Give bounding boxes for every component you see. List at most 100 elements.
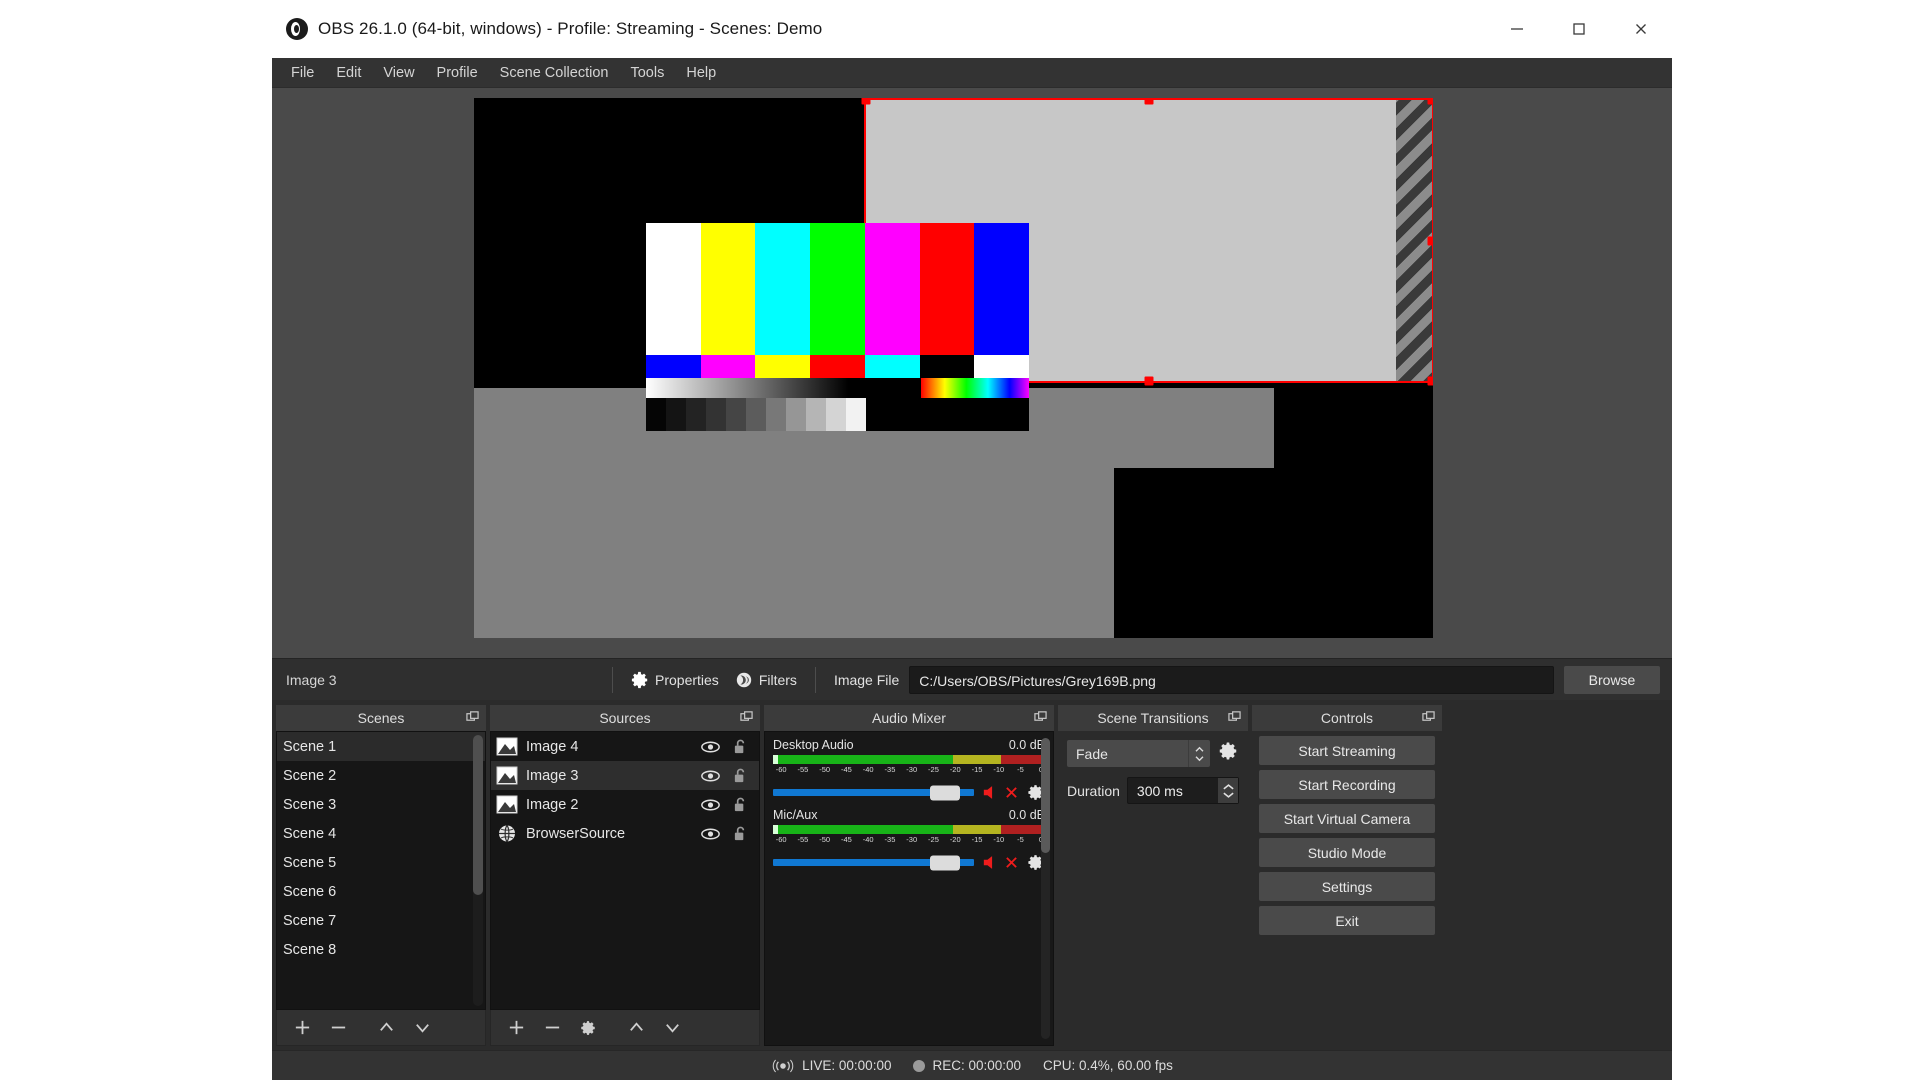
- volume-slider-handle[interactable]: [930, 785, 960, 800]
- close-icon[interactable]: [1610, 0, 1672, 58]
- scene-list-item[interactable]: Scene 5: [277, 848, 485, 877]
- scene-list-item[interactable]: Scene 1: [277, 732, 485, 761]
- source-list-item[interactable]: Image 2: [491, 790, 759, 819]
- lock-open-icon[interactable]: [729, 825, 751, 842]
- eye-icon[interactable]: [699, 769, 721, 783]
- db-tick: -10: [993, 765, 1005, 774]
- exit-button[interactable]: Exit: [1259, 906, 1435, 935]
- undock-icon[interactable]: [466, 710, 479, 726]
- spinner-icon[interactable]: [1188, 740, 1210, 767]
- studio-mode-button[interactable]: Studio Mode: [1259, 838, 1435, 867]
- undock-icon[interactable]: [740, 710, 753, 726]
- meter-peak-indicator: [773, 755, 778, 764]
- color-bar2-yellow: [755, 355, 811, 378]
- settings-button[interactable]: Settings: [1259, 872, 1435, 901]
- menu-item-view[interactable]: View: [372, 61, 425, 85]
- db-tick: -30: [906, 765, 918, 774]
- db-tick: -40: [862, 835, 874, 844]
- undock-icon[interactable]: [1228, 710, 1241, 726]
- step-9: [826, 398, 846, 431]
- scenes-scrollbar[interactable]: [473, 735, 483, 1006]
- chevron-up-icon[interactable]: [369, 1014, 403, 1042]
- mixer-scrollbar-thumb[interactable]: [1041, 738, 1050, 853]
- source-test-pattern[interactable]: [646, 223, 1030, 431]
- plus-icon[interactable]: [499, 1014, 533, 1042]
- image-file-label: Image File: [833, 671, 900, 688]
- step-6: [766, 398, 786, 431]
- scene-list-item[interactable]: Scene 6: [277, 877, 485, 906]
- menu-item-edit[interactable]: Edit: [325, 61, 372, 85]
- chevron-down-icon[interactable]: [405, 1014, 439, 1042]
- meter-peak-indicator: [773, 825, 778, 834]
- volume-slider-handle[interactable]: [930, 855, 960, 870]
- filters-button[interactable]: Filters: [727, 666, 805, 694]
- minimize-icon[interactable]: [1486, 0, 1548, 58]
- volume-slider[interactable]: [773, 785, 974, 800]
- sources-list[interactable]: Image 4 Image 3 Image 2 BrowserSource: [490, 731, 760, 1010]
- image-file-path-input[interactable]: C:/Users/OBS/Pictures/Grey169B.png: [909, 665, 1554, 694]
- scenes-dock-title: Scenes: [276, 705, 486, 731]
- scene-list-item[interactable]: Scene 8: [277, 935, 485, 964]
- undock-icon[interactable]: [1034, 710, 1047, 726]
- mute-button[interactable]: [982, 783, 1018, 802]
- scene-list-item[interactable]: Scene 7: [277, 906, 485, 935]
- step-8: [806, 398, 826, 431]
- color-bar-magenta: [864, 223, 920, 356]
- eye-icon[interactable]: [699, 798, 721, 812]
- duration-spinner[interactable]: [1218, 778, 1238, 803]
- scenes-scrollbar-thumb[interactable]: [473, 735, 483, 895]
- scenes-list[interactable]: Scene 1 Scene 2 Scene 3 Scene 4 Scene 5 …: [276, 731, 486, 1010]
- scene-list-item[interactable]: Scene 4: [277, 819, 485, 848]
- meter-green-zone: [773, 825, 953, 834]
- window-controls: [1486, 0, 1672, 58]
- rainbow-gradient-area: [866, 377, 1029, 398]
- menu-item-tools[interactable]: Tools: [619, 61, 675, 85]
- db-tick: -60: [775, 835, 787, 844]
- gear-icon[interactable]: [571, 1014, 605, 1042]
- chevron-up-icon[interactable]: [619, 1014, 653, 1042]
- duration-input[interactable]: 300 ms: [1126, 777, 1239, 804]
- transition-settings-button[interactable]: [1217, 740, 1239, 767]
- start-streaming-button[interactable]: Start Streaming: [1259, 736, 1435, 765]
- menu-item-help[interactable]: Help: [675, 61, 727, 85]
- minus-icon[interactable]: [321, 1014, 355, 1042]
- lock-open-icon[interactable]: [729, 738, 751, 755]
- source-list-item[interactable]: BrowserSource: [491, 819, 759, 848]
- toolbar-divider-1: [612, 666, 613, 693]
- plus-icon[interactable]: [285, 1014, 319, 1042]
- start-recording-button[interactable]: Start Recording: [1259, 770, 1435, 799]
- db-tick: -45: [841, 765, 852, 774]
- properties-button[interactable]: Properties: [623, 666, 727, 694]
- maximize-icon[interactable]: [1548, 0, 1610, 58]
- volume-slider[interactable]: [773, 855, 974, 870]
- preview-area[interactable]: [272, 88, 1672, 658]
- title-bar: OBS 26.1.0 (64-bit, windows) - Profile: …: [272, 0, 1672, 58]
- transition-select[interactable]: Fade: [1067, 740, 1210, 767]
- test-pattern-color-bars-row1: [646, 223, 1030, 356]
- mixer-body[interactable]: Desktop Audio 0.0 dB -60 -55 -50 -45 -40…: [764, 731, 1054, 1046]
- menu-item-scene-collection[interactable]: Scene Collection: [489, 61, 620, 85]
- step-5: [746, 398, 766, 431]
- step-1: [666, 398, 686, 431]
- scene-list-item[interactable]: Scene 2: [277, 761, 485, 790]
- minus-icon[interactable]: [535, 1014, 569, 1042]
- mute-button[interactable]: [982, 853, 1018, 872]
- db-tick: -10: [993, 835, 1005, 844]
- source-list-item[interactable]: Image 3: [491, 761, 759, 790]
- start-virtual-camera-button[interactable]: Start Virtual Camera: [1259, 804, 1435, 833]
- canvas-black-region-bottom-right: [1114, 468, 1433, 638]
- chevron-down-icon[interactable]: [655, 1014, 689, 1042]
- lock-open-icon[interactable]: [729, 767, 751, 784]
- preview-canvas[interactable]: [474, 98, 1433, 638]
- mixer-scrollbar[interactable]: [1041, 738, 1050, 1039]
- lock-open-icon[interactable]: [729, 796, 751, 813]
- browse-button[interactable]: Browse: [1564, 665, 1660, 694]
- eye-icon[interactable]: [699, 827, 721, 841]
- menu-item-file[interactable]: File: [280, 61, 325, 85]
- undock-icon[interactable]: [1422, 710, 1435, 726]
- db-tick: -25: [928, 835, 939, 844]
- eye-icon[interactable]: [699, 740, 721, 754]
- scene-list-item[interactable]: Scene 3: [277, 790, 485, 819]
- menu-item-profile[interactable]: Profile: [426, 61, 489, 85]
- source-list-item[interactable]: Image 4: [491, 732, 759, 761]
